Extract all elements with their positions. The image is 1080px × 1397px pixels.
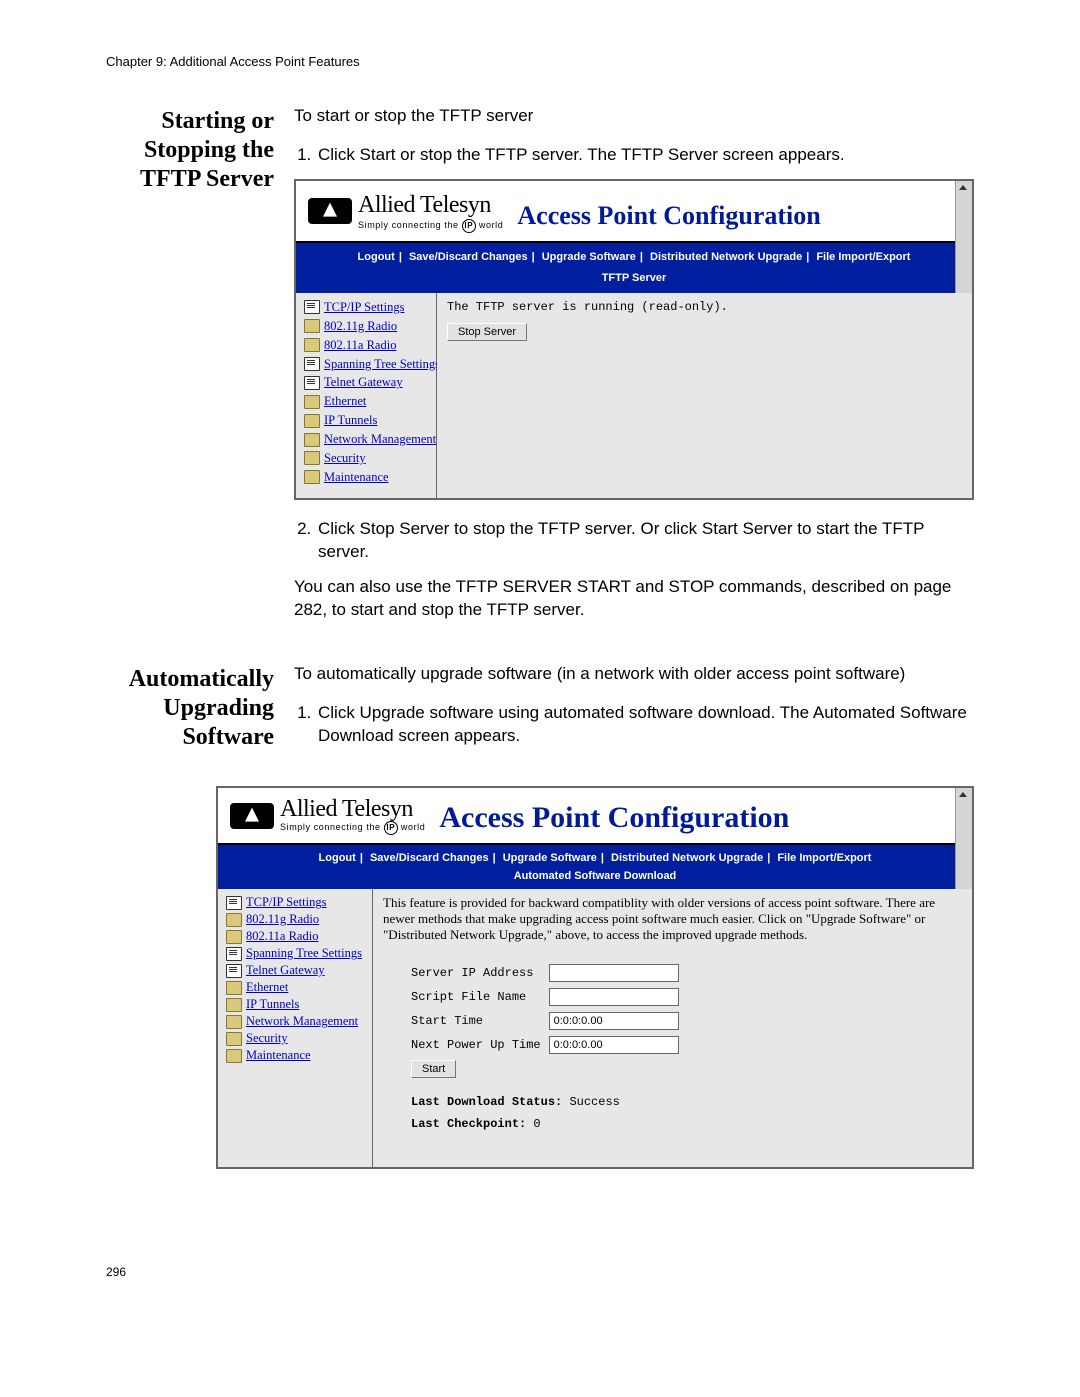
folder-icon [226,930,242,944]
sidebar-item[interactable]: Network Management [226,1014,366,1029]
label-start-time: Start Time [411,1009,549,1033]
folder-icon [226,1015,242,1029]
sidebar-nav: TCP/IP Settings 802.11g Radio 802.11a Ra… [296,293,437,498]
folder-icon [304,451,320,465]
section1-tail: You can also use the TFTP SERVER START a… [294,576,974,622]
section-heading-upgrade: Automatically Upgrading Software [106,663,274,760]
last-checkpoint-value: 0 [533,1117,540,1131]
menu-fie[interactable]: File Import/Export [816,251,910,263]
chapter-header: Chapter 9: Additional Access Point Featu… [106,54,974,69]
document-icon [304,300,320,314]
folder-icon [304,338,320,352]
start-button[interactable]: Start [411,1060,456,1078]
screenshot-tftp-server: Allied Telesyn Simply connecting the IP … [294,179,974,500]
input-server-ip[interactable] [549,964,679,982]
folder-icon [226,1032,242,1046]
menu-dnu[interactable]: Distributed Network Upgrade [611,852,763,864]
page-title: Access Point Configuration [439,801,956,835]
sidebar-item[interactable]: IP Tunnels [304,412,430,429]
menu-logout[interactable]: Logout [319,852,356,864]
content-title-bar: TFTP Server [296,268,972,289]
allied-logo-icon [230,803,274,829]
brand-logo: Allied Telesyn Simply connecting the IP … [230,796,425,835]
sidebar-item[interactable]: Security [304,450,430,467]
allied-logo-icon [308,198,352,224]
folder-icon [226,981,242,995]
menu-fie[interactable]: File Import/Export [777,852,871,864]
section1-intro: To start or stop the TFTP server [294,105,974,128]
section1-step2: Click Stop Server to stop the TFTP serve… [316,518,974,564]
sidebar-item[interactable]: IP Tunnels [226,997,366,1012]
sidebar-item[interactable]: Ethernet [304,393,430,410]
input-next-power[interactable] [549,1036,679,1054]
brand-logo: Allied Telesyn Simply connecting the IP … [308,189,503,233]
section2-intro: To automatically upgrade software (in a … [294,663,974,686]
sidebar-item[interactable]: Spanning Tree Settings [304,356,430,373]
brand-tagline: Simply connecting the IP world [358,219,503,233]
sidebar-item[interactable]: Spanning Tree Settings [226,946,366,961]
last-download-status-label: Last Download Status: [411,1095,562,1109]
section1-step1: Click Start or stop the TFTP server. The… [316,144,974,167]
menu-upgrade[interactable]: Upgrade Software [542,251,636,263]
folder-icon [226,913,242,927]
sidebar-item[interactable]: Ethernet [226,980,366,995]
folder-icon [304,395,320,409]
folder-icon [226,1049,242,1063]
label-next-power: Next Power Up Time [411,1033,549,1057]
sidebar-item[interactable]: 802.11a Radio [226,929,366,944]
top-menu: Logout| Save/Discard Changes| Upgrade So… [296,247,972,268]
document-icon [226,964,242,978]
sidebar-item[interactable]: 802.11g Radio [304,318,430,335]
label-script-file: Script File Name [411,985,549,1009]
document-icon [226,947,242,961]
sidebar-item[interactable]: Maintenance [304,469,430,486]
sidebar-item[interactable]: TCP/IP Settings [226,895,366,910]
menu-dnu[interactable]: Distributed Network Upgrade [650,251,802,263]
menu-save[interactable]: Save/Discard Changes [409,251,528,263]
content-title-bar: Automated Software Download [218,867,972,885]
folder-icon [304,319,320,333]
last-checkpoint-label: Last Checkpoint: [411,1117,526,1131]
brand-name: Allied Telesyn [358,189,503,221]
sidebar-item[interactable]: 802.11a Radio [304,337,430,354]
top-menu: Logout| Save/Discard Changes| Upgrade So… [218,849,972,867]
folder-icon [304,470,320,484]
sidebar-item[interactable]: Network Management [304,431,430,448]
folder-icon [226,998,242,1012]
sidebar-nav: TCP/IP Settings 802.11g Radio 802.11a Ra… [218,889,373,1167]
sidebar-item[interactable]: Maintenance [226,1048,366,1063]
feature-note: This feature is provided for backward co… [383,895,962,943]
section2-step1: Click Upgrade software using automated s… [316,702,974,748]
menu-save[interactable]: Save/Discard Changes [370,852,489,864]
document-icon [226,896,242,910]
section-heading-tftp: Starting or Stopping the TFTP Server [106,105,274,637]
folder-icon [304,433,320,447]
input-start-time[interactable] [549,1012,679,1030]
folder-icon [304,414,320,428]
sidebar-item[interactable]: TCP/IP Settings [304,299,430,316]
tftp-status-text: The TFTP server is running (read-only). [447,299,962,315]
screenshot-auto-download: Allied Telesyn Simply connecting the IP … [216,786,974,1169]
menu-logout[interactable]: Logout [358,251,395,263]
sidebar-item[interactable]: Telnet Gateway [226,963,366,978]
menu-upgrade[interactable]: Upgrade Software [503,852,597,864]
label-server-ip: Server IP Address [411,961,549,985]
input-script-file[interactable] [549,988,679,1006]
page-title: Access Point Configuration [517,198,956,233]
sidebar-item[interactable]: Telnet Gateway [304,374,430,391]
document-icon [304,376,320,390]
last-download-status-value: Success [569,1095,619,1109]
document-icon [304,357,320,371]
stop-server-button[interactable]: Stop Server [447,323,527,341]
page-number: 296 [106,1265,974,1279]
sidebar-item[interactable]: Security [226,1031,366,1046]
sidebar-item[interactable]: 802.11g Radio [226,912,366,927]
